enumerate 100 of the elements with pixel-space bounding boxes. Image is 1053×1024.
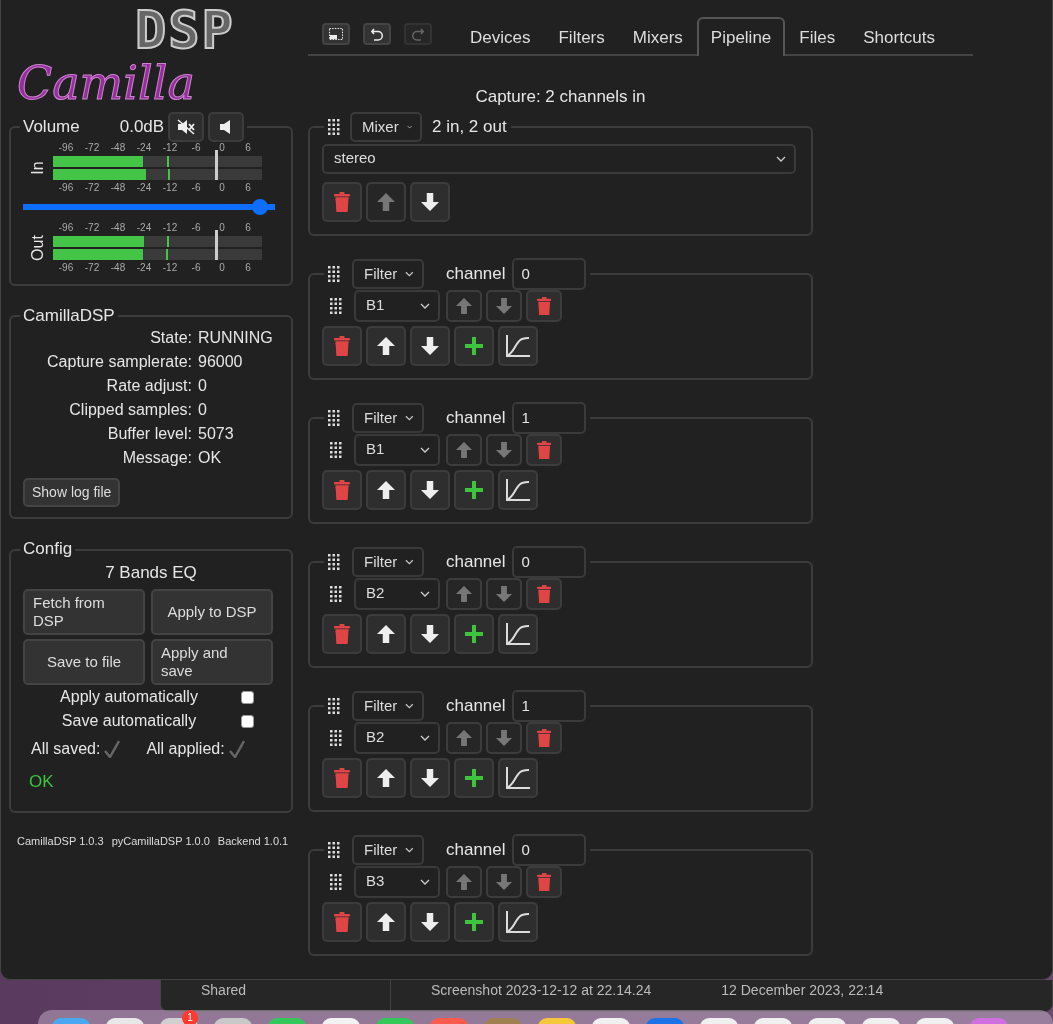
tab[interactable]: Shortcuts bbox=[849, 16, 950, 56]
name-select[interactable]: B2 bbox=[354, 721, 440, 754]
move-down-button[interactable] bbox=[410, 469, 450, 510]
chevron-down-icon bbox=[405, 414, 414, 421]
checkbox[interactable] bbox=[241, 714, 254, 728]
name-select[interactable]: B2 bbox=[354, 577, 440, 610]
delete-step-button[interactable] bbox=[322, 613, 362, 654]
name-select[interactable]: stereo bbox=[322, 143, 796, 174]
select-button[interactable] bbox=[322, 23, 350, 45]
move-down-button[interactable] bbox=[410, 757, 450, 798]
name-select[interactable]: B3 bbox=[354, 865, 440, 898]
channel-field[interactable]: 0 bbox=[511, 545, 586, 578]
sidebar-item[interactable]: Shared bbox=[201, 982, 247, 998]
move-down-button[interactable] bbox=[410, 325, 450, 366]
unmute-button[interactable] bbox=[208, 112, 245, 142]
scale-label: -48 bbox=[109, 222, 127, 234]
plus-icon bbox=[465, 912, 483, 931]
add-filter-button[interactable] bbox=[454, 469, 494, 510]
add-filter-button[interactable] bbox=[454, 325, 494, 366]
name-select[interactable]: B1 bbox=[354, 289, 440, 322]
scale-label: -96 bbox=[57, 222, 75, 234]
down-arrow-icon bbox=[421, 912, 439, 931]
status-label: Message: bbox=[121, 448, 193, 469]
response-curve-icon bbox=[506, 622, 530, 645]
mute-button[interactable] bbox=[168, 112, 205, 142]
tab[interactable]: Pipeline bbox=[696, 16, 786, 56]
logo-text: DSP bbox=[135, 4, 235, 56]
status-label: Buffer level: bbox=[106, 424, 193, 445]
version-text: Backend 1.0.1 bbox=[217, 833, 289, 849]
plot-button[interactable] bbox=[498, 757, 538, 798]
chevron-down-icon bbox=[420, 302, 430, 309]
move-down-button[interactable] bbox=[410, 181, 450, 222]
channel-label: channel bbox=[446, 553, 506, 570]
move-up-button[interactable] bbox=[366, 757, 406, 798]
scale-label: -72 bbox=[83, 182, 101, 194]
step-type-select[interactable]: Filter bbox=[352, 690, 424, 721]
chevron-down-icon bbox=[406, 123, 412, 130]
delete-step-button[interactable] bbox=[322, 325, 362, 366]
tab[interactable]: Filters bbox=[544, 16, 619, 56]
status-value: 0 bbox=[198, 400, 207, 421]
delete-step-button[interactable] bbox=[322, 757, 362, 798]
delete-step-button[interactable] bbox=[322, 901, 362, 942]
plot-button[interactable] bbox=[498, 613, 538, 654]
tab[interactable]: Mixers bbox=[618, 16, 697, 56]
scale-label: -96 bbox=[57, 182, 75, 194]
file-name[interactable]: Screenshot 2023-12-12 at 22.14.24 bbox=[431, 980, 652, 1011]
chevron-down-icon bbox=[420, 734, 430, 741]
file-date: 12 December 2023, 22:14 bbox=[721, 981, 884, 1000]
delete-step-button[interactable] bbox=[322, 469, 362, 510]
step-type-select[interactable]: Filter bbox=[352, 834, 424, 865]
checkbox[interactable] bbox=[241, 690, 254, 704]
step-type-select[interactable]: Filter bbox=[352, 546, 424, 577]
status-label: State: bbox=[149, 328, 193, 349]
channel-field[interactable]: 1 bbox=[511, 401, 586, 434]
move-up-button[interactable] bbox=[366, 901, 406, 942]
slider-thumb[interactable] bbox=[251, 199, 268, 215]
step-type-select[interactable]: Mixer bbox=[350, 111, 422, 142]
response-curve-icon bbox=[506, 766, 530, 789]
channel-field[interactable]: 1 bbox=[511, 689, 586, 722]
add-filter-button[interactable] bbox=[454, 757, 494, 798]
move-up-button[interactable] bbox=[366, 613, 406, 654]
scale-label: 0 bbox=[218, 142, 226, 154]
drag-handle-icon bbox=[328, 118, 340, 135]
add-filter-button[interactable] bbox=[454, 901, 494, 942]
config-button[interactable]: Apply and save bbox=[151, 639, 273, 686]
move-down-button[interactable] bbox=[410, 613, 450, 654]
move-down-button[interactable] bbox=[410, 901, 450, 942]
channel-field[interactable]: 0 bbox=[511, 833, 586, 866]
chevron-down-icon bbox=[405, 270, 414, 277]
chevron-down-icon bbox=[405, 846, 414, 853]
trash-icon bbox=[536, 296, 552, 315]
step-type-select[interactable]: Filter bbox=[352, 402, 424, 433]
drag-handle-icon bbox=[330, 729, 342, 746]
config-button[interactable]: Fetch from DSP bbox=[23, 589, 145, 636]
config-button[interactable]: Apply to DSP bbox=[151, 589, 273, 636]
notification-badge: 1 bbox=[182, 1010, 198, 1024]
step-type-select[interactable]: Filter bbox=[352, 258, 424, 289]
move-up-button[interactable] bbox=[366, 469, 406, 510]
trash-icon bbox=[536, 584, 552, 603]
config-button[interactable]: Save to file bbox=[23, 639, 145, 686]
add-filter-button[interactable] bbox=[454, 613, 494, 654]
undo-button[interactable] bbox=[363, 23, 391, 45]
tab[interactable]: Files bbox=[785, 16, 850, 56]
option-label: Save automatically bbox=[60, 711, 198, 732]
response-curve-icon bbox=[506, 478, 530, 501]
down-arrow-icon bbox=[421, 480, 439, 499]
plot-button[interactable] bbox=[498, 469, 538, 510]
delete-step-button[interactable] bbox=[322, 181, 362, 222]
up-arrow-icon bbox=[377, 192, 395, 211]
up-arrow-icon bbox=[456, 585, 472, 602]
plot-button[interactable] bbox=[498, 325, 538, 366]
move-up-button[interactable] bbox=[366, 325, 406, 366]
tab[interactable]: Devices bbox=[456, 16, 545, 56]
chevron-down-icon bbox=[420, 446, 430, 453]
channel-field[interactable]: 0 bbox=[511, 257, 586, 290]
plot-button[interactable] bbox=[498, 901, 538, 942]
status-value: 0 bbox=[198, 376, 207, 397]
channel-label: channel bbox=[446, 265, 506, 282]
log-button[interactable]: Show log file bbox=[23, 478, 121, 508]
name-select[interactable]: B1 bbox=[354, 433, 440, 466]
